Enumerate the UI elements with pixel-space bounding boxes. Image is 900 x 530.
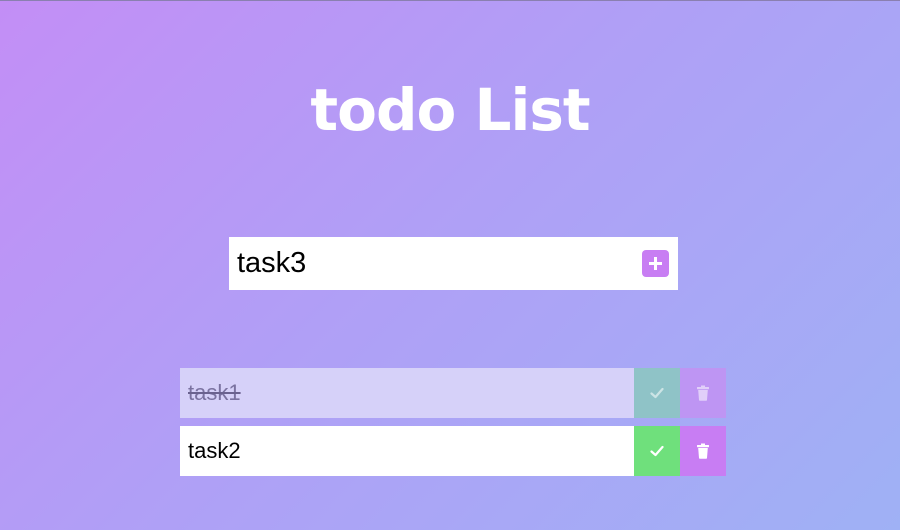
todo-text: task2 (188, 438, 241, 463)
todo-text-box: task1 (180, 368, 634, 418)
window-top-border (0, 0, 900, 1)
complete-task-button[interactable] (634, 426, 680, 476)
todo-text: task1 (188, 380, 241, 405)
check-icon (650, 445, 664, 457)
delete-task-button[interactable] (680, 426, 726, 476)
trash-icon (697, 443, 709, 459)
page-title: todo List (310, 75, 590, 144)
delete-task-button[interactable] (680, 368, 726, 418)
complete-task-button[interactable] (634, 368, 680, 418)
todo-text-box: task2 (180, 426, 634, 476)
new-task-input[interactable] (229, 237, 629, 290)
todo-item: task1 (180, 368, 726, 418)
trash-icon (697, 385, 709, 401)
new-task-form (229, 237, 678, 290)
add-task-button[interactable] (642, 250, 669, 277)
todo-list: task1 task2 (180, 368, 726, 484)
todo-item: task2 (180, 426, 726, 476)
plus-icon (649, 257, 662, 270)
check-icon (650, 387, 664, 399)
